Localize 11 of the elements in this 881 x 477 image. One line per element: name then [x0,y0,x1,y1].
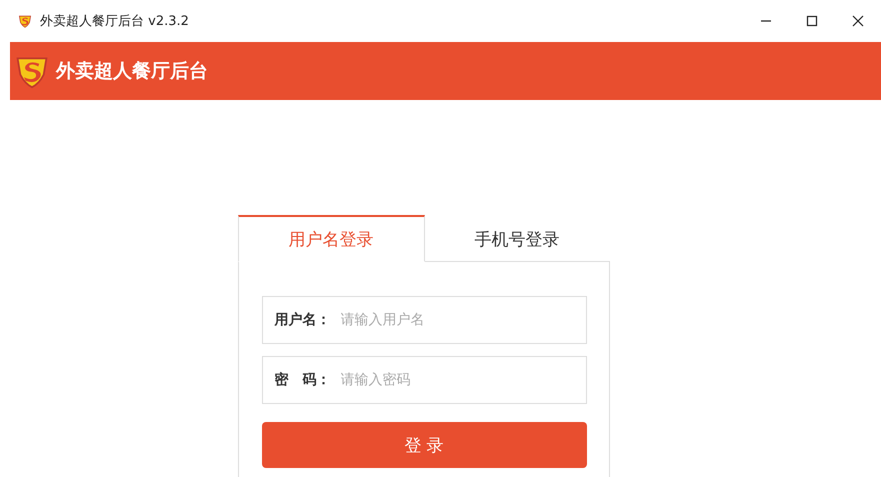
text-field[interactable]: 密 码： 请输入密码 [262,356,586,404]
login-tab[interactable]: 用户名登录 [238,215,424,262]
window-title: 外卖超人餐厅后台 v2.3.2 [40,13,189,30]
field-label: 密 码： [274,371,330,389]
shield-logo-icon [18,14,32,28]
text-field[interactable]: 用户名： 请输入用户名 [262,296,586,344]
field-label: 用户名： [274,311,330,329]
maximize-icon [806,15,818,27]
close-icon [852,15,864,27]
login-button[interactable]: 登 录 [262,422,586,468]
brand-title: 外卖超人餐厅后台 [56,59,208,84]
